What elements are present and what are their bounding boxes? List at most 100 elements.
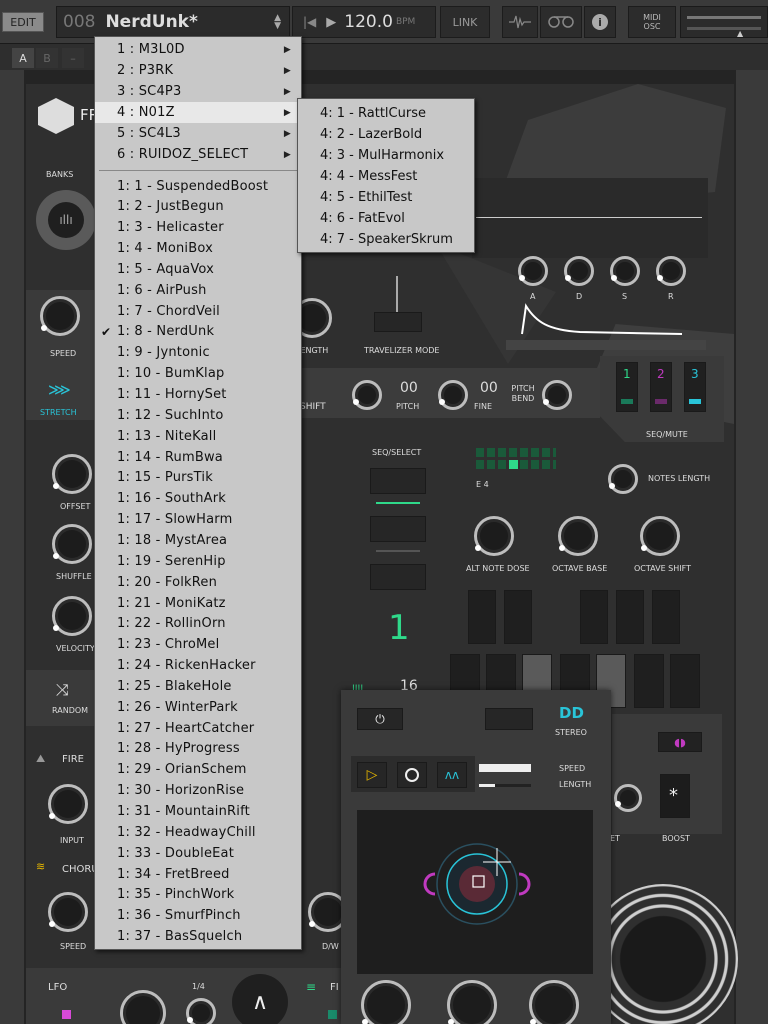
banks-button[interactable]: ıllı <box>36 190 96 250</box>
preset-item[interactable]: 1: 35 - PinchWork <box>95 885 301 905</box>
seq-mute-3-button[interactable]: 3 <box>684 362 706 412</box>
preset-item[interactable]: 1: 21 - MoniKatz <box>95 593 301 613</box>
preset-item[interactable]: ✔ 1: 8 - NerdUnk <box>95 322 301 342</box>
preset-item[interactable]: 1: 7 - ChordVeil <box>95 301 301 321</box>
bank-item-ruidoz-select[interactable]: 6 : RUIDOZ_SELECT ▶ <box>95 144 301 165</box>
speed-knob[interactable] <box>40 296 80 336</box>
submenu-item[interactable]: 4: 7 - SpeakerSkrum <box>298 229 474 250</box>
preset-item[interactable]: 1: 33 - DoubleEat <box>95 843 301 863</box>
preset-item[interactable]: 1: 15 - PursTik <box>95 468 301 488</box>
float-knob-2[interactable] <box>447 980 497 1024</box>
waveform-button[interactable] <box>502 6 538 38</box>
skip-back-icon[interactable]: |◀ <box>303 15 316 29</box>
bank-item-p3rk[interactable]: 2 : P3RK ▶ <box>95 60 301 81</box>
notes-length-knob[interactable] <box>608 464 638 494</box>
play-button[interactable]: ▷ <box>357 762 387 788</box>
pad-12[interactable] <box>670 654 700 708</box>
preset-selector[interactable]: 008 NerdUnk* ▲ ▼ <box>56 6 290 38</box>
midi-osc-button[interactable]: MIDI OSC <box>628 6 676 38</box>
travelizer-mode-button[interactable] <box>374 312 422 332</box>
input-knob[interactable] <box>48 784 88 824</box>
lfo-color-swatch[interactable] <box>62 1010 71 1019</box>
link-button[interactable]: LINK <box>440 6 490 38</box>
preset-item[interactable]: 1: 3 - Helicaster <box>95 218 301 238</box>
shift-knob[interactable] <box>352 380 382 410</box>
info-button[interactable]: i <box>584 6 616 38</box>
preset-item[interactable]: 1: 25 - BlakeHole <box>95 676 301 696</box>
stereo-link-button[interactable]: ◖◗ <box>658 732 702 752</box>
length-slider[interactable] <box>479 784 531 787</box>
preset-item[interactable]: 1: 27 - HeartCatcher <box>95 718 301 738</box>
preset-item[interactable]: 1: 14 - RumBwa <box>95 447 301 467</box>
play-icon[interactable]: ▶ <box>326 15 336 30</box>
edit-button[interactable]: EDIT <box>2 12 44 32</box>
lfo-rate-knob[interactable] <box>186 998 216 1024</box>
submenu-item[interactable]: 4: 1 - RattlCurse <box>298 103 474 124</box>
submenu-item[interactable]: 4: 4 - MessFest <box>298 166 474 187</box>
bpm-value[interactable]: 120.0 <box>344 12 393 32</box>
submenu-item[interactable]: 4: 5 - EthilTest <box>298 187 474 208</box>
fine-knob[interactable] <box>438 380 468 410</box>
sustain-knob[interactable] <box>610 256 640 286</box>
tab-remove[interactable]: – <box>62 48 84 68</box>
preset-item[interactable]: 1: 31 - MountainRift <box>95 802 301 822</box>
preset-item[interactable]: 1: 6 - AirPush <box>95 280 301 300</box>
power-button[interactable]: ⏻ <box>357 708 403 730</box>
preset-item[interactable]: 1: 29 - OrianSchem <box>95 760 301 780</box>
octave-shift-knob[interactable] <box>640 516 680 556</box>
submenu-item[interactable]: 4: 2 - LazerBold <box>298 124 474 145</box>
preset-item[interactable]: 1: 20 - FolkRen <box>95 572 301 592</box>
et-knob[interactable] <box>614 784 642 812</box>
preset-item[interactable]: 1: 4 - MoniBox <box>95 239 301 259</box>
loop-button[interactable] <box>540 6 582 38</box>
filter-color-swatch[interactable] <box>328 1010 337 1019</box>
record-button[interactable] <box>397 762 427 788</box>
preset-item[interactable]: 1: 37 - BasSquelch <box>95 927 301 947</box>
pad-3[interactable] <box>580 590 608 644</box>
bank-item-n01z[interactable]: 4 : N01Z ▶ <box>95 102 301 123</box>
preset-item[interactable]: 1: 18 - MystArea <box>95 530 301 550</box>
preset-item[interactable]: 1: 34 - FretBreed <box>95 864 301 884</box>
preset-item[interactable]: 1: 16 - SouthArk <box>95 489 301 509</box>
preset-stepper-icon[interactable]: ▲ ▼ <box>274 14 281 31</box>
volume-thumb-icon[interactable]: ▲ <box>737 29 743 38</box>
preset-item[interactable]: 1: 11 - HornySet <box>95 385 301 405</box>
preset-item[interactable]: 1: 12 - SuchInto <box>95 405 301 425</box>
octave-base-knob[interactable] <box>558 516 598 556</box>
preset-item[interactable]: 1: 36 - SmurfPinch <box>95 906 301 926</box>
tab-a[interactable]: A <box>12 48 34 68</box>
preset-item[interactable]: 1: 30 - HorizonRise <box>95 781 301 801</box>
wave-mode-button[interactable]: ᴧᴧ <box>437 762 467 788</box>
preset-item[interactable]: 1: 24 - RickenHacker <box>95 656 301 676</box>
float-knob-3[interactable] <box>529 980 579 1024</box>
preset-item[interactable]: 1: 17 - SlowHarm <box>95 510 301 530</box>
seq-select-2-button[interactable] <box>370 516 426 542</box>
release-knob[interactable] <box>656 256 686 286</box>
pad-5[interactable] <box>652 590 680 644</box>
pad-1[interactable] <box>468 590 496 644</box>
alt-note-dose-knob[interactable] <box>474 516 514 556</box>
preset-item[interactable]: 1: 32 - HeadwayChill <box>95 822 301 842</box>
pitch-bend-knob[interactable] <box>542 380 572 410</box>
preset-item[interactable]: 1: 19 - SerenHip <box>95 551 301 571</box>
mode-button[interactable] <box>485 708 533 730</box>
lfo-shape-button[interactable]: ∧ <box>232 974 288 1024</box>
tab-b[interactable]: B <box>36 48 58 68</box>
float-knob-1[interactable] <box>361 980 411 1024</box>
seq-mute-2-button[interactable]: 2 <box>650 362 672 412</box>
seq-select-3-button[interactable] <box>370 564 426 590</box>
velocity-knob[interactable] <box>52 596 92 636</box>
preset-item[interactable]: 1: 13 - NiteKall <box>95 426 301 446</box>
seq-mute-1-button[interactable]: 1 <box>616 362 638 412</box>
shuffle-knob[interactable] <box>52 524 92 564</box>
submenu-item[interactable]: 4: 3 - MulHarmonix <box>298 145 474 166</box>
preset-item[interactable]: 1: 22 - RollinOrn <box>95 614 301 634</box>
preset-item[interactable]: 1: 5 - AquaVox <box>95 259 301 279</box>
preset-item[interactable]: 1: 1 - SuspendedBoost <box>95 176 301 196</box>
pad-11[interactable] <box>634 654 664 708</box>
preset-item[interactable]: 1: 9 - Jyntonic <box>95 343 301 363</box>
pad-4[interactable] <box>616 590 644 644</box>
offset-knob[interactable] <box>52 454 92 494</box>
xy-pad[interactable] <box>357 810 593 974</box>
speed-slider[interactable] <box>479 764 531 772</box>
